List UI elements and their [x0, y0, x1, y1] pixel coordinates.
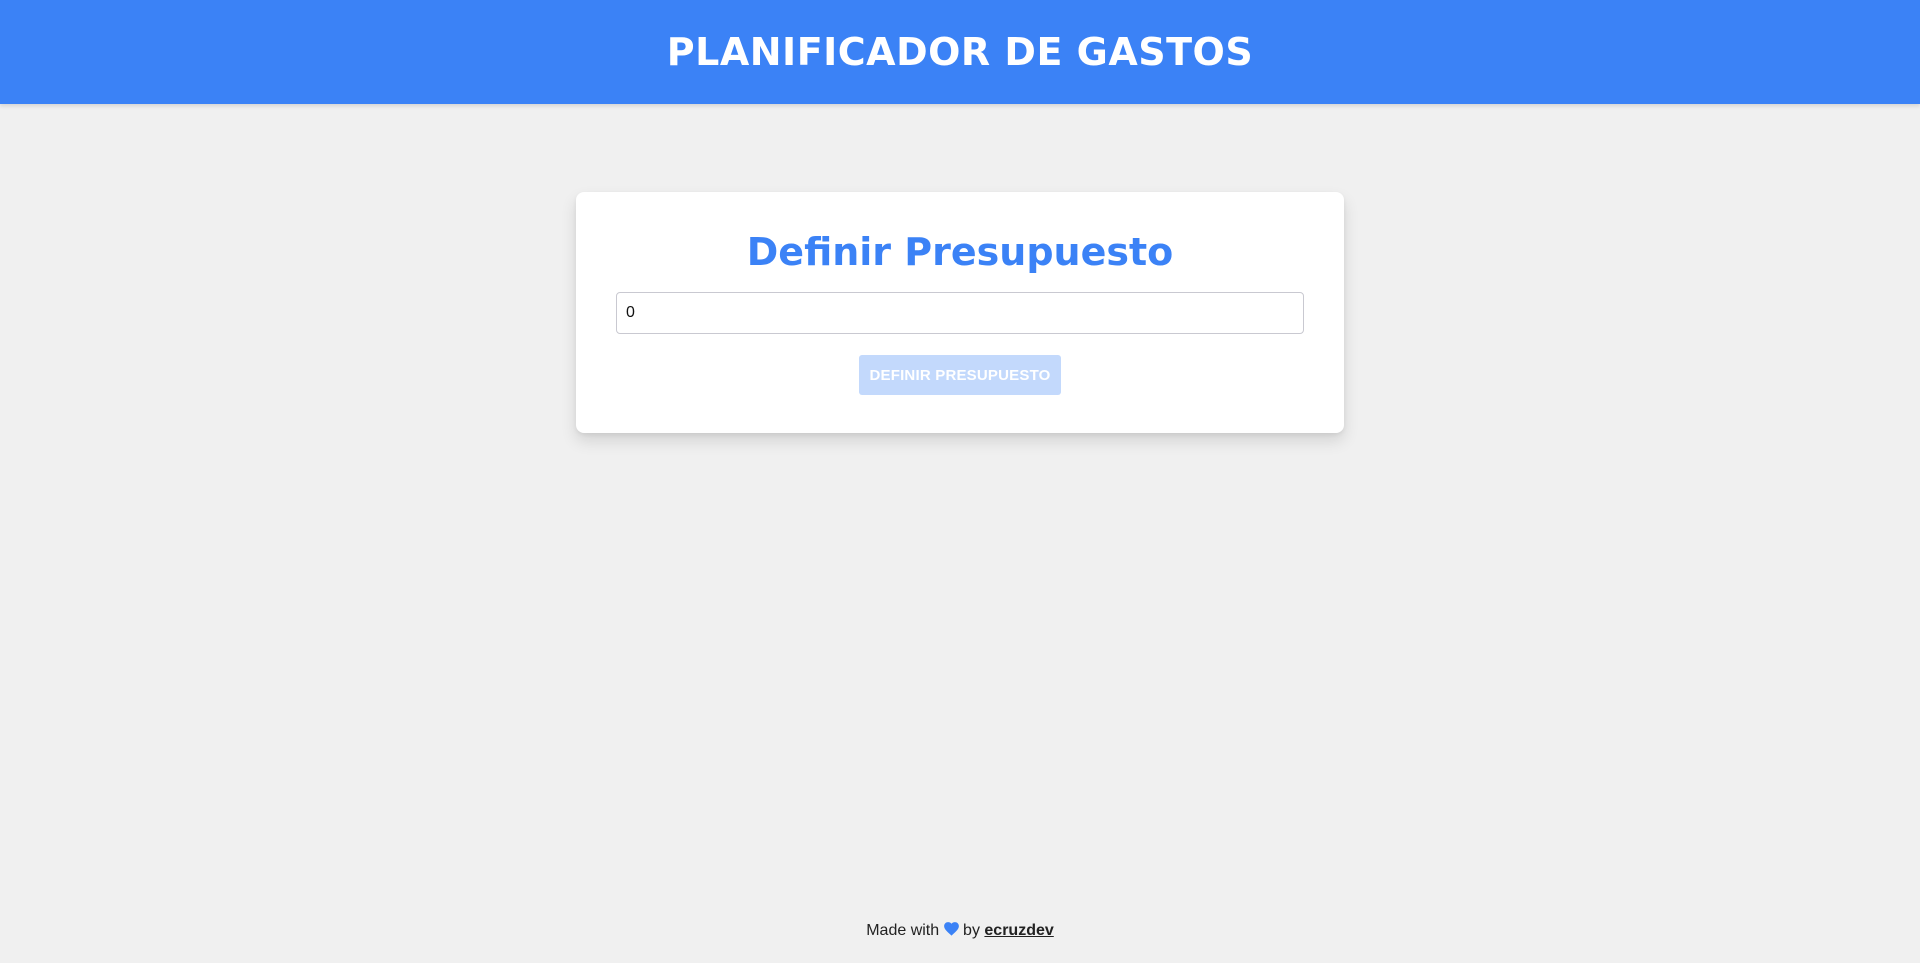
footer-made-with: Made with	[866, 922, 940, 939]
app-header: PLANIFICADOR DE GASTOS	[0, 0, 1920, 104]
budget-form-title: Definir Presupuesto	[746, 230, 1174, 274]
app-title: PLANIFICADOR DE GASTOS	[666, 30, 1254, 74]
define-budget-button[interactable]: DEFINIR PRESUPUESTO	[859, 355, 1061, 395]
footer-by: by	[963, 922, 980, 939]
heart-icon	[943, 922, 959, 941]
author-link[interactable]: ecruzdev	[984, 922, 1053, 939]
page-footer: Made with by ecruzdev	[0, 922, 1920, 941]
budget-input[interactable]	[616, 292, 1304, 334]
budget-card: Definir Presupuesto DEFINIR PRESUPUESTO	[576, 192, 1344, 433]
